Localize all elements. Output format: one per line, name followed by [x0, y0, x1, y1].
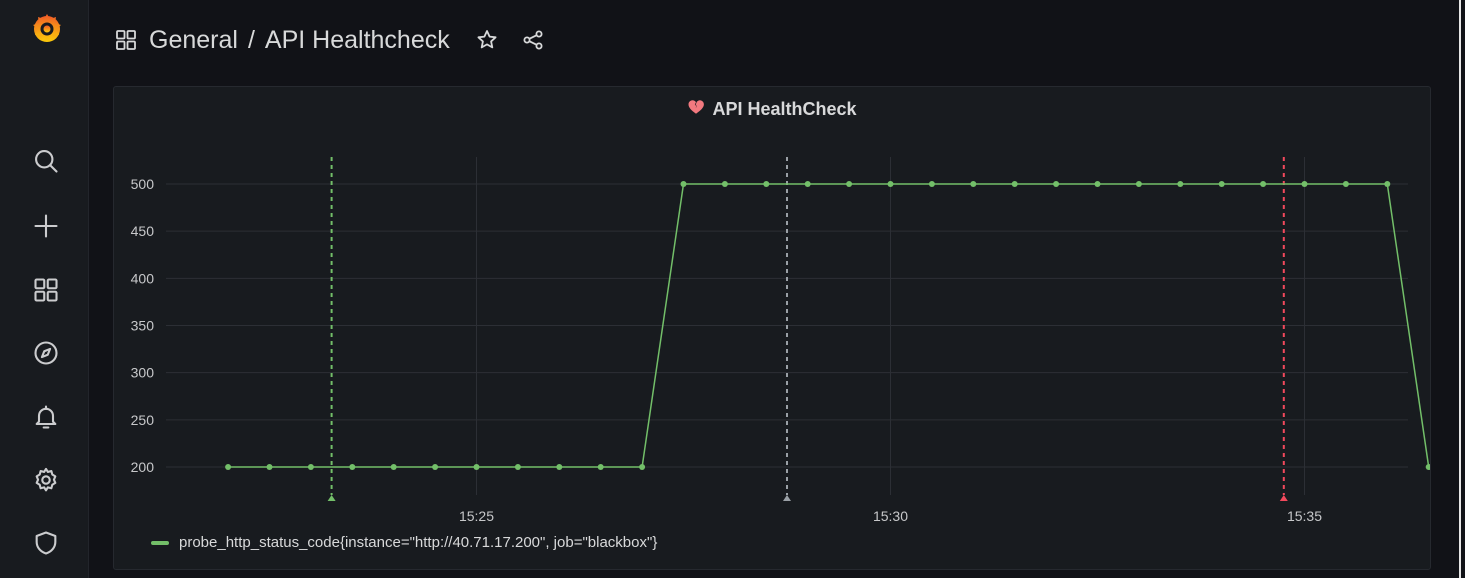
y-tick-label: 200	[131, 459, 155, 475]
server-admin-shield-icon[interactable]	[28, 525, 64, 561]
x-tick-label: 15:30	[873, 508, 908, 524]
data-point	[970, 181, 977, 187]
plus-icon[interactable]	[28, 208, 64, 244]
legend-series-swatch	[151, 540, 169, 545]
configuration-gear-icon[interactable]	[28, 462, 64, 498]
search-icon[interactable]	[28, 143, 64, 179]
data-point	[804, 181, 811, 187]
data-point	[1053, 181, 1060, 187]
dashboard-navbar: General / API Healthcheck	[89, 0, 1465, 80]
data-point	[639, 464, 646, 470]
share-icon[interactable]	[520, 27, 546, 53]
data-point	[266, 464, 273, 470]
data-point	[928, 181, 935, 187]
data-point	[473, 464, 480, 470]
dashboard-title[interactable]: API Healthcheck	[265, 26, 450, 55]
breadcrumb-folder-link[interactable]: General	[149, 26, 238, 55]
data-point	[514, 464, 521, 470]
dashboards-grid-icon[interactable]	[28, 272, 64, 308]
y-tick-label: 400	[131, 270, 155, 286]
data-point	[390, 464, 397, 470]
data-point	[1301, 181, 1308, 187]
window-edge	[1459, 0, 1461, 578]
data-point	[597, 464, 604, 470]
data-point	[349, 464, 356, 470]
y-tick-label: 300	[131, 365, 155, 381]
breadcrumb-separator: /	[247, 25, 255, 54]
data-point	[432, 464, 439, 470]
legend-item[interactable]: probe_http_status_code{instance="http://…	[151, 534, 657, 551]
alerting-bell-icon[interactable]	[28, 399, 64, 435]
data-point	[1260, 181, 1267, 187]
data-point	[887, 181, 894, 187]
y-tick-label: 500	[131, 176, 155, 192]
data-point	[1384, 181, 1391, 187]
y-tick-label: 250	[131, 412, 155, 428]
y-tick-label: 450	[131, 223, 155, 239]
breadcrumb: General / API Healthcheck	[113, 20, 546, 60]
data-point	[1218, 181, 1225, 187]
data-point	[1011, 181, 1018, 187]
data-point	[556, 464, 563, 470]
legend-series-label: probe_http_status_code{instance="http://…	[179, 534, 658, 551]
sidebar	[0, 0, 89, 578]
x-tick-label: 15:25	[459, 508, 494, 524]
data-point	[763, 181, 770, 187]
annotation-marker	[327, 495, 336, 501]
y-tick-label: 350	[131, 318, 155, 334]
annotation-marker	[1279, 495, 1288, 501]
data-point	[846, 181, 853, 187]
annotation-marker	[783, 495, 791, 501]
data-point	[1342, 181, 1349, 187]
timeseries-chart[interactable]: 200 250 300 350 400 450 500 15:25 15:30 15:35	[114, 87, 1430, 527]
data-point	[1425, 464, 1430, 470]
data-point	[1177, 181, 1184, 187]
data-point	[1135, 181, 1142, 187]
explore-compass-icon[interactable]	[28, 335, 64, 371]
data-point	[1094, 181, 1101, 187]
dashboard-grid-icon	[113, 27, 139, 53]
data-point	[680, 181, 687, 187]
data-point	[307, 464, 314, 470]
data-point	[721, 181, 728, 187]
timeseries-panel[interactable]: API HealthCheck 200 250 300 350 400 450 500 15:…	[113, 86, 1431, 570]
grafana-logo-icon[interactable]	[29, 10, 65, 46]
star-icon[interactable]	[474, 27, 500, 53]
data-point	[225, 464, 232, 470]
x-tick-label: 15:35	[1287, 508, 1322, 524]
